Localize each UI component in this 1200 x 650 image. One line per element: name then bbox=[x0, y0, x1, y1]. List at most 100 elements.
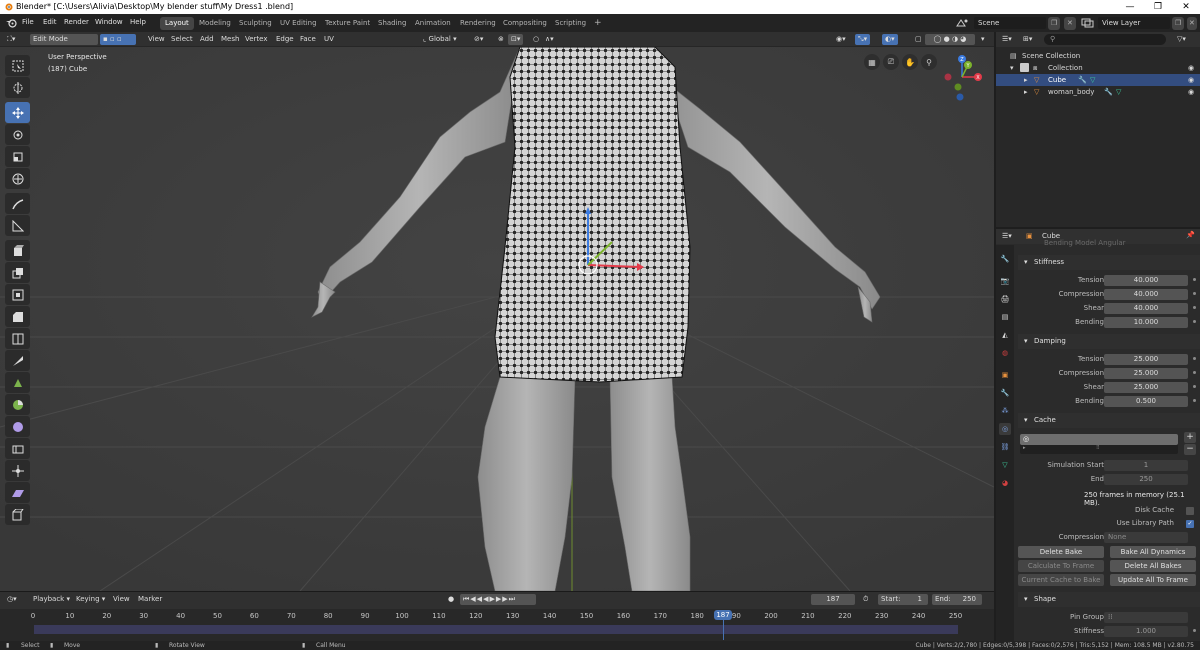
current-cache-to-bake-button[interactable]: Current Cache to Bake bbox=[1018, 574, 1104, 586]
menu-select[interactable]: Select bbox=[168, 34, 196, 45]
extrude-tool-icon[interactable] bbox=[5, 262, 30, 283]
damping-compression-field[interactable]: 25.000 bbox=[1104, 368, 1188, 379]
outliner-row-woman-body[interactable]: ▸ ▽ woman_body 🔧 ▽ ◉ bbox=[996, 86, 1200, 98]
pin-group-field[interactable]: ⁞⁞ bbox=[1104, 612, 1188, 623]
filter-icon[interactable]: ▽▾ bbox=[1174, 34, 1189, 45]
checkbox-icon[interactable] bbox=[1020, 63, 1029, 72]
navigation-gizmo[interactable]: Z Y X bbox=[936, 53, 992, 105]
tab-compositing[interactable]: Compositing bbox=[498, 17, 552, 30]
new-scene-icon[interactable]: ❐ bbox=[1048, 17, 1061, 30]
pin-icon[interactable]: 📌 bbox=[1186, 231, 1195, 239]
keyframe-dot-icon[interactable] bbox=[1193, 399, 1196, 402]
edge-slide-tool-icon[interactable] bbox=[5, 438, 30, 459]
particles-tab-icon[interactable]: ⁂ bbox=[999, 405, 1011, 417]
tab-modeling[interactable]: Modeling bbox=[194, 17, 236, 30]
menu-help[interactable]: Help bbox=[130, 18, 146, 26]
stiffness-compression-field[interactable]: 40.000 bbox=[1104, 289, 1188, 300]
menu-keying[interactable]: Keying ▾ bbox=[73, 594, 108, 605]
snap-target-icon[interactable]: ⊡▾ bbox=[508, 34, 524, 45]
tab-rendering[interactable]: Rendering bbox=[455, 17, 501, 30]
poly-build-tool-icon[interactable] bbox=[5, 372, 30, 393]
damping-tension-field[interactable]: 25.000 bbox=[1104, 354, 1188, 365]
playhead-frame[interactable]: 187 bbox=[714, 610, 733, 620]
list-resize-handle-icon[interactable]: ⠿ bbox=[1096, 445, 1100, 451]
remove-cache-button[interactable]: − bbox=[1184, 444, 1196, 455]
cursor-icon[interactable] bbox=[5, 77, 30, 98]
inset-tool-icon[interactable] bbox=[5, 284, 30, 305]
smooth-tool-icon[interactable] bbox=[5, 416, 30, 437]
gizmo-toggle-icon[interactable]: ⤡▾ bbox=[855, 34, 871, 45]
stiffness-section-header[interactable]: ▾ Stiffness bbox=[1018, 255, 1200, 270]
tab-scripting[interactable]: Scripting bbox=[550, 17, 591, 30]
menu-add[interactable]: Add bbox=[197, 34, 217, 45]
scene-icon[interactable] bbox=[956, 18, 970, 28]
sim-start-field[interactable]: 1 bbox=[1104, 460, 1188, 471]
scale-tool-icon[interactable] bbox=[5, 146, 30, 167]
data-tab-icon[interactable]: ▽ bbox=[999, 459, 1011, 471]
menu-window[interactable]: Window bbox=[95, 18, 123, 26]
menu-timeline-view[interactable]: View bbox=[110, 594, 133, 605]
proportional-edit-icon[interactable]: ○ bbox=[530, 34, 542, 45]
properties-editor-type-icon[interactable]: ☰▾ bbox=[999, 231, 1015, 242]
spin-tool-icon[interactable] bbox=[5, 394, 30, 415]
material-tab-icon[interactable]: ◕ bbox=[999, 477, 1011, 489]
view-layer-icon[interactable] bbox=[1081, 18, 1095, 28]
snap-icon[interactable]: ⊗ bbox=[495, 34, 507, 45]
bevel-tool-icon[interactable] bbox=[5, 306, 30, 327]
visibility-icon[interactable]: ◉▾ bbox=[833, 34, 849, 45]
maximize-button[interactable]: ❐ bbox=[1144, 0, 1172, 14]
render-tab-icon[interactable]: 📷 bbox=[999, 275, 1011, 287]
menu-vertex[interactable]: Vertex bbox=[242, 34, 271, 45]
transform-tool-icon[interactable] bbox=[5, 168, 30, 189]
zoom-icon[interactable]: ⚲ bbox=[921, 54, 937, 70]
use-library-path-checkbox[interactable]: ✓ bbox=[1186, 520, 1194, 528]
list-expand-icon[interactable]: ▸ bbox=[1023, 445, 1026, 451]
current-frame-field[interactable]: 187 bbox=[811, 594, 855, 605]
object-tab-icon[interactable]: ▣ bbox=[999, 369, 1011, 381]
keyframe-dot-icon[interactable] bbox=[1193, 371, 1196, 374]
stiffness-bending-field[interactable]: 10.000 bbox=[1104, 317, 1188, 328]
loop-cut-tool-icon[interactable] bbox=[5, 328, 30, 349]
tab-animation[interactable]: Animation bbox=[410, 17, 456, 30]
disk-cache-checkbox[interactable] bbox=[1186, 507, 1194, 515]
keyframe-dot-icon[interactable] bbox=[1193, 629, 1196, 632]
shape-stiffness-field[interactable]: 1.000 bbox=[1104, 626, 1188, 637]
pivot-point-icon[interactable]: ⊘▾ bbox=[471, 34, 486, 45]
collapse-arrow-icon[interactable]: ▾ bbox=[1010, 62, 1014, 74]
falloff-icon[interactable]: ∧▾ bbox=[542, 34, 557, 45]
world-tab-icon[interactable]: ◍ bbox=[999, 347, 1011, 359]
physics-tab-icon[interactable]: ◎ bbox=[999, 423, 1011, 435]
shear-tool-icon[interactable] bbox=[5, 482, 30, 503]
sim-end-field[interactable]: 250 bbox=[1104, 474, 1188, 485]
camera-grid-icon[interactable]: ▦ bbox=[864, 54, 880, 70]
camera-view-icon[interactable]: ⎚ bbox=[883, 54, 899, 70]
blender-menu-icon[interactable] bbox=[6, 18, 17, 28]
menu-edge[interactable]: Edge bbox=[273, 34, 297, 45]
stiffness-tension-field[interactable]: 40.000 bbox=[1104, 275, 1188, 286]
expand-arrow-icon[interactable]: ▸ bbox=[1024, 74, 1028, 86]
start-frame-field[interactable]: Start: 1 bbox=[878, 594, 928, 605]
expand-arrow-icon[interactable]: ▸ bbox=[1024, 86, 1028, 98]
constraints-tab-icon[interactable]: ⛓ bbox=[999, 441, 1011, 453]
keyframe-dot-icon[interactable] bbox=[1193, 306, 1196, 309]
measure-tool-icon[interactable] bbox=[5, 215, 30, 236]
shape-section-header[interactable]: ▾ Shape bbox=[1018, 592, 1200, 607]
menu-file[interactable]: File bbox=[22, 18, 34, 26]
menu-face[interactable]: Face bbox=[297, 34, 319, 45]
close-button[interactable]: ✕ bbox=[1172, 0, 1200, 14]
select-mode-buttons[interactable]: ▪ ▫ ▫ bbox=[100, 34, 136, 45]
keyframe-dot-icon[interactable] bbox=[1193, 292, 1196, 295]
outliner-row-cube[interactable]: ▸ ▽ Cube 🔧 ▽ ◉ bbox=[996, 74, 1200, 86]
outliner-row-scene-collection[interactable]: ▤ Scene Collection bbox=[996, 50, 1200, 62]
display-mode-icon[interactable]: ⊞▾ bbox=[1020, 34, 1035, 45]
compression-dropdown[interactable]: None bbox=[1104, 532, 1188, 543]
record-button-icon[interactable]: ● bbox=[445, 594, 457, 605]
annotate-tool-icon[interactable] bbox=[5, 193, 30, 214]
mode-dropdown[interactable]: Edit Mode bbox=[30, 34, 98, 45]
eye-icon[interactable]: ◉ bbox=[1188, 86, 1194, 98]
menu-uv[interactable]: UV bbox=[321, 34, 337, 45]
rip-region-tool-icon[interactable] bbox=[5, 504, 30, 525]
keyframe-dot-icon[interactable] bbox=[1193, 385, 1196, 388]
menu-view[interactable]: View bbox=[145, 34, 168, 45]
add-cache-button[interactable]: + bbox=[1184, 432, 1196, 443]
